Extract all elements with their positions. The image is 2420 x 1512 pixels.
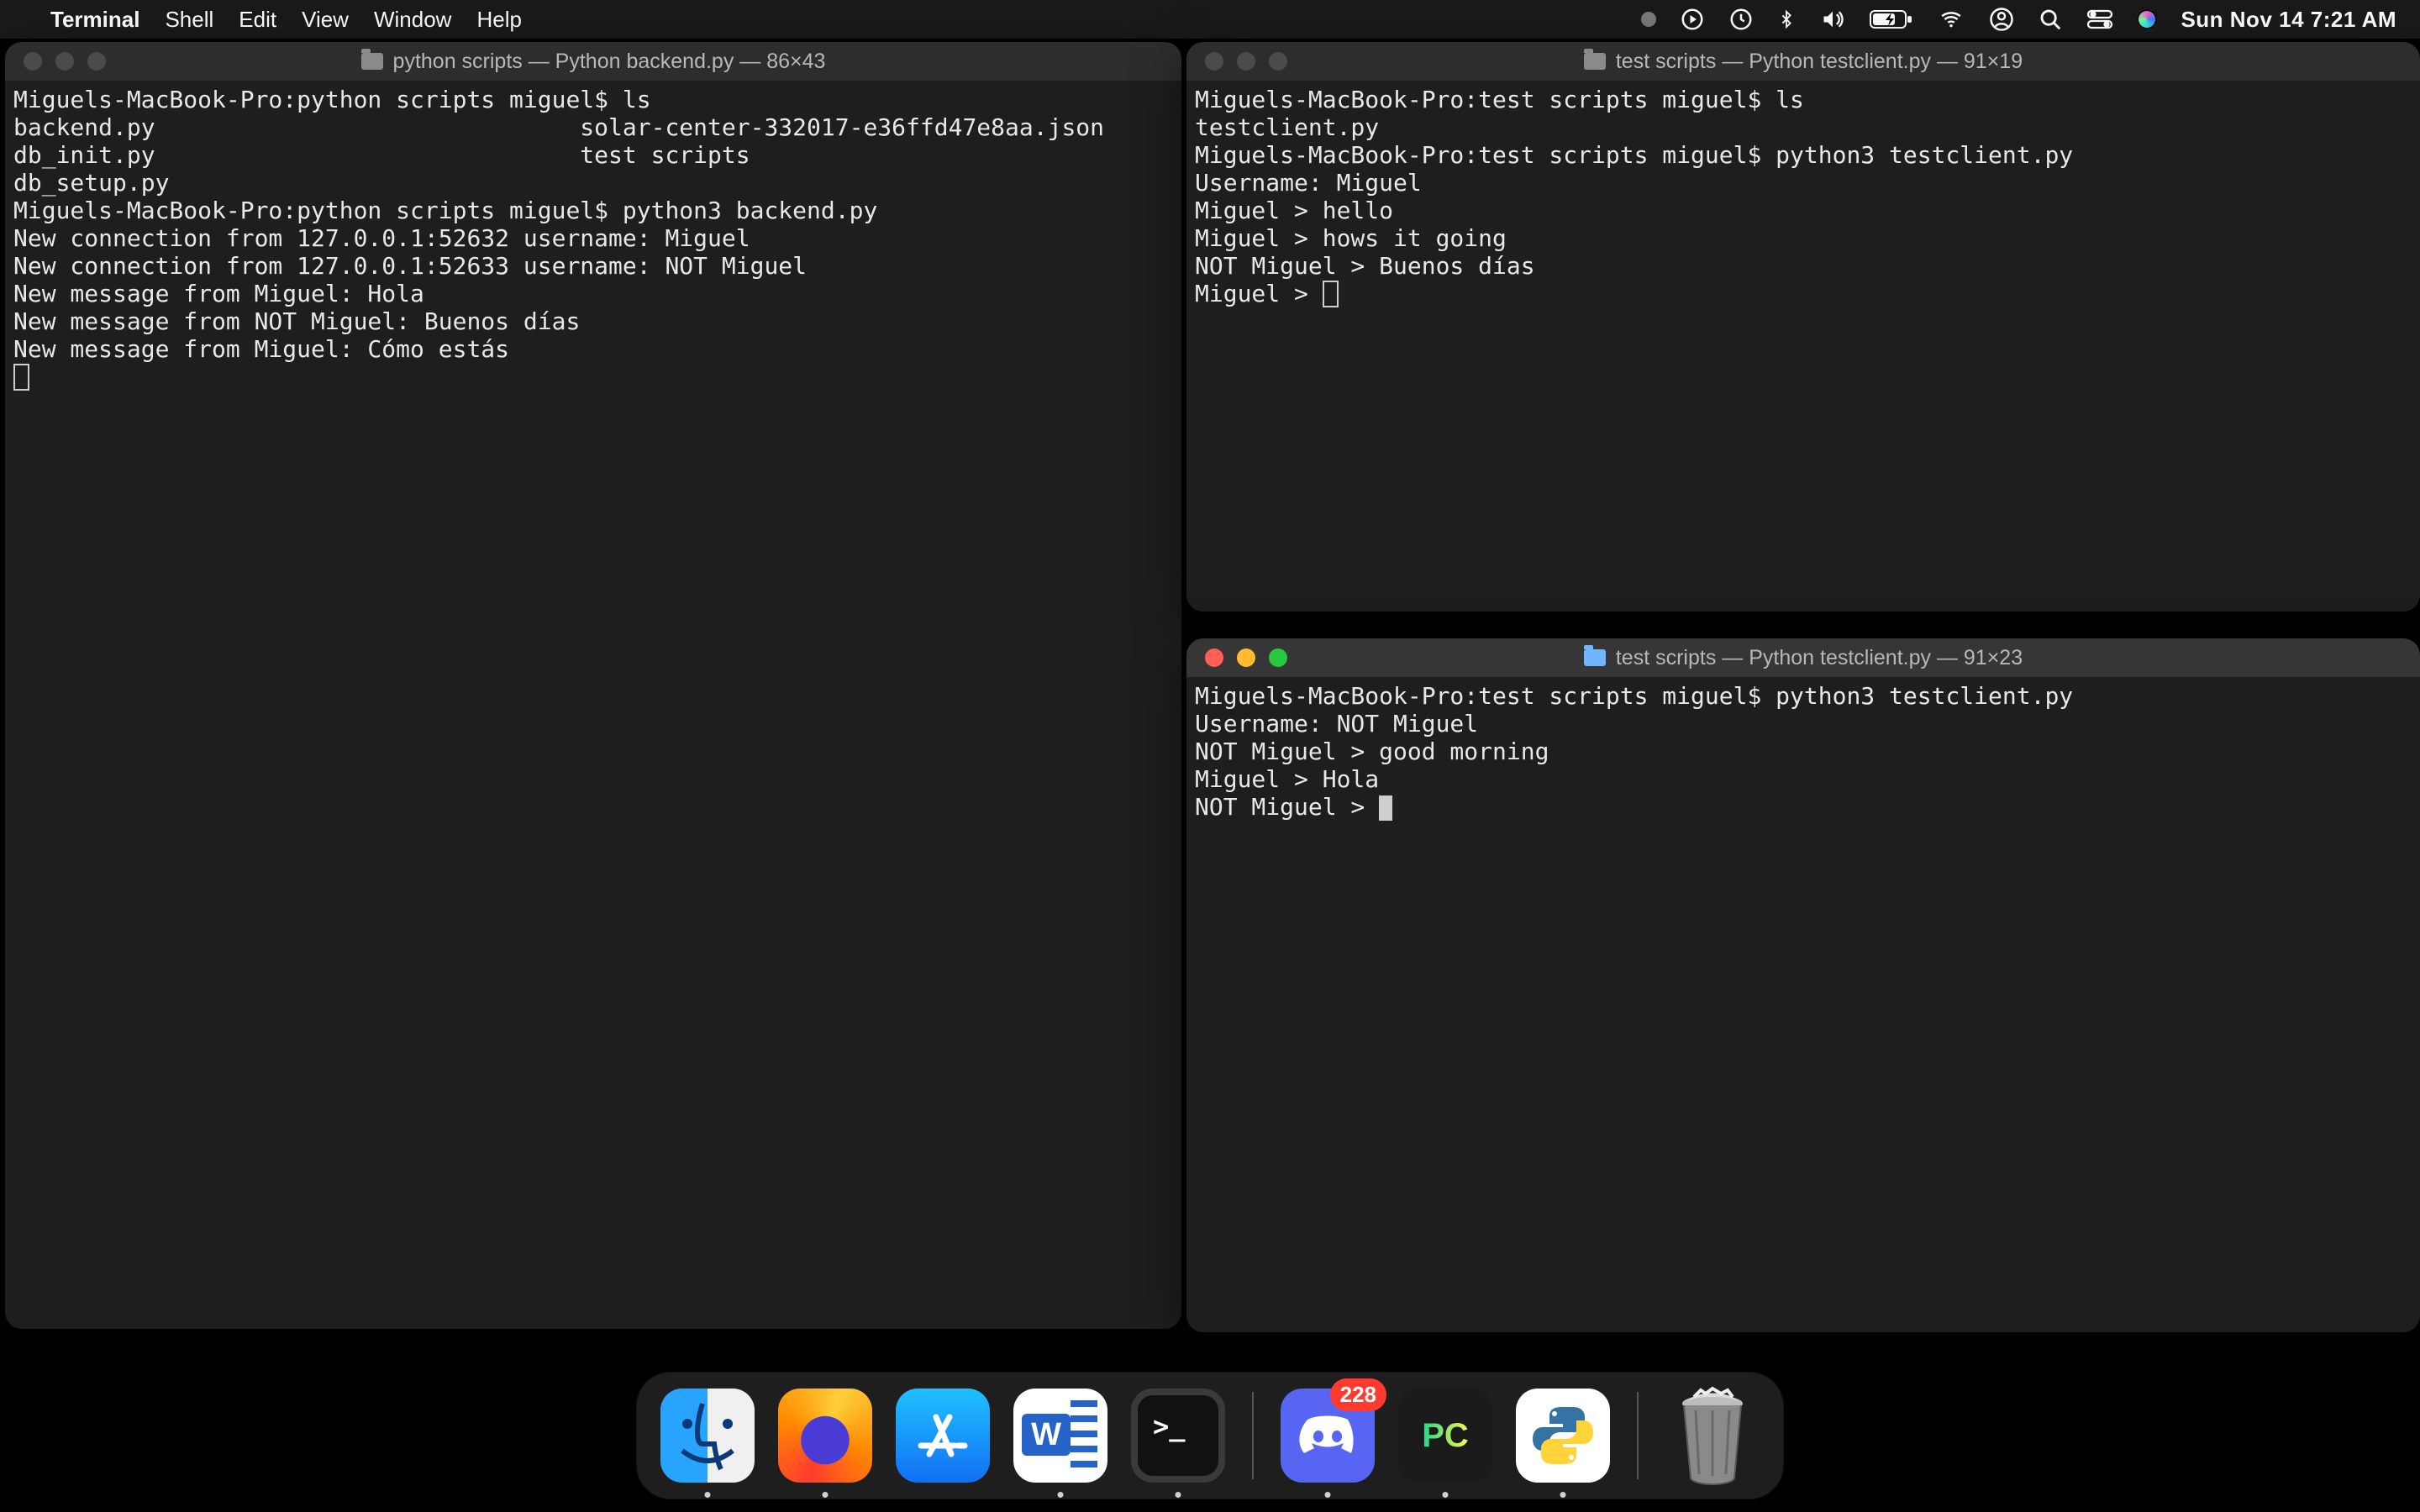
close-button[interactable]: [24, 52, 42, 71]
terminal-window-client-notmiguel[interactable]: test scripts — Python testclient.py — 91…: [1186, 638, 2420, 1332]
discord-badge: 228: [1330, 1378, 1386, 1411]
dock: >_ 228 PC: [637, 1373, 1783, 1499]
dock-trash[interactable]: [1665, 1389, 1760, 1483]
folder-icon: [1584, 53, 1606, 70]
time-machine-icon[interactable]: [1728, 7, 1754, 32]
dock-app-firefox[interactable]: [778, 1389, 872, 1483]
dock-app-pycharm[interactable]: PC: [1398, 1389, 1492, 1483]
menu-window[interactable]: Window: [374, 7, 451, 33]
appstore-icon: [896, 1389, 990, 1483]
dock-app-appstore[interactable]: [896, 1389, 990, 1483]
zoom-button[interactable]: [1269, 648, 1287, 667]
siri-icon[interactable]: [2137, 9, 2157, 29]
terminal-window-backend[interactable]: python scripts — Python backend.py — 86×…: [5, 42, 1181, 1329]
screen-mirroring-icon[interactable]: [1680, 7, 1705, 32]
firefox-icon: [778, 1389, 872, 1483]
traffic-lights[interactable]: [1205, 648, 1287, 667]
menu-clock[interactable]: Sun Nov 14 7:21 AM: [2181, 7, 2396, 33]
terminal-content[interactable]: Miguels-MacBook-Pro:test scripts miguel$…: [1186, 677, 2420, 1332]
terminal-icon: >_: [1131, 1389, 1225, 1483]
zoom-button[interactable]: [1269, 52, 1287, 71]
folder-icon: [361, 53, 383, 70]
menu-edit[interactable]: Edit: [239, 7, 276, 33]
dock-separator: [1637, 1392, 1639, 1479]
menu-help[interactable]: Help: [476, 7, 521, 33]
dock-app-terminal[interactable]: >_: [1131, 1389, 1225, 1483]
control-center-icon[interactable]: [2086, 8, 2113, 30]
finder-icon: [660, 1389, 755, 1483]
word-icon: [1013, 1389, 1107, 1483]
terminal-content[interactable]: Miguels-MacBook-Pro:python scripts migue…: [5, 81, 1181, 1329]
zoom-button[interactable]: [87, 52, 106, 71]
close-button[interactable]: [1205, 648, 1223, 667]
menu-view[interactable]: View: [302, 7, 349, 33]
window-title: python scripts — Python backend.py — 86×…: [393, 50, 826, 74]
status-recording-icon[interactable]: [1641, 12, 1656, 27]
dock-app-word[interactable]: [1013, 1389, 1107, 1483]
dock-app-python-idle[interactable]: [1516, 1389, 1610, 1483]
dock-app-finder[interactable]: [660, 1389, 755, 1483]
titlebar[interactable]: python scripts — Python backend.py — 86×…: [5, 42, 1181, 81]
cursor: [1323, 281, 1339, 307]
pycharm-icon: PC: [1398, 1389, 1492, 1483]
terminal-content[interactable]: Miguels-MacBook-Pro:test scripts miguel$…: [1186, 81, 2420, 612]
traffic-lights[interactable]: [24, 52, 106, 71]
close-button[interactable]: [1205, 52, 1223, 71]
menu-shell[interactable]: Shell: [165, 7, 213, 33]
terminal-window-client-miguel[interactable]: test scripts — Python testclient.py — 91…: [1186, 42, 2420, 612]
titlebar[interactable]: test scripts — Python testclient.py — 91…: [1186, 42, 2420, 81]
traffic-lights[interactable]: [1205, 52, 1287, 71]
minimize-button[interactable]: [55, 52, 74, 71]
app-name[interactable]: Terminal: [50, 7, 139, 33]
volume-icon[interactable]: [1819, 8, 1846, 31]
wifi-icon[interactable]: [1937, 8, 1965, 30]
cursor: [13, 364, 29, 391]
spotlight-icon[interactable]: [2038, 7, 2063, 32]
window-title: test scripts — Python testclient.py — 91…: [1616, 50, 2023, 74]
trash-icon: [1670, 1385, 1754, 1486]
titlebar[interactable]: test scripts — Python testclient.py — 91…: [1186, 638, 2420, 677]
python-idle-icon: [1516, 1389, 1610, 1483]
bluetooth-icon[interactable]: [1777, 7, 1796, 32]
menubar: Terminal Shell Edit View Window Help: [0, 0, 2420, 39]
cursor: [1379, 795, 1392, 821]
minimize-button[interactable]: [1237, 648, 1255, 667]
user-switch-icon[interactable]: [1989, 7, 2014, 32]
folder-icon: [1584, 649, 1606, 666]
minimize-button[interactable]: [1237, 52, 1255, 71]
window-title: test scripts — Python testclient.py — 91…: [1616, 646, 2023, 670]
battery-icon[interactable]: [1870, 8, 1913, 30]
dock-separator: [1252, 1392, 1254, 1479]
dock-app-discord[interactable]: 228: [1281, 1389, 1375, 1483]
